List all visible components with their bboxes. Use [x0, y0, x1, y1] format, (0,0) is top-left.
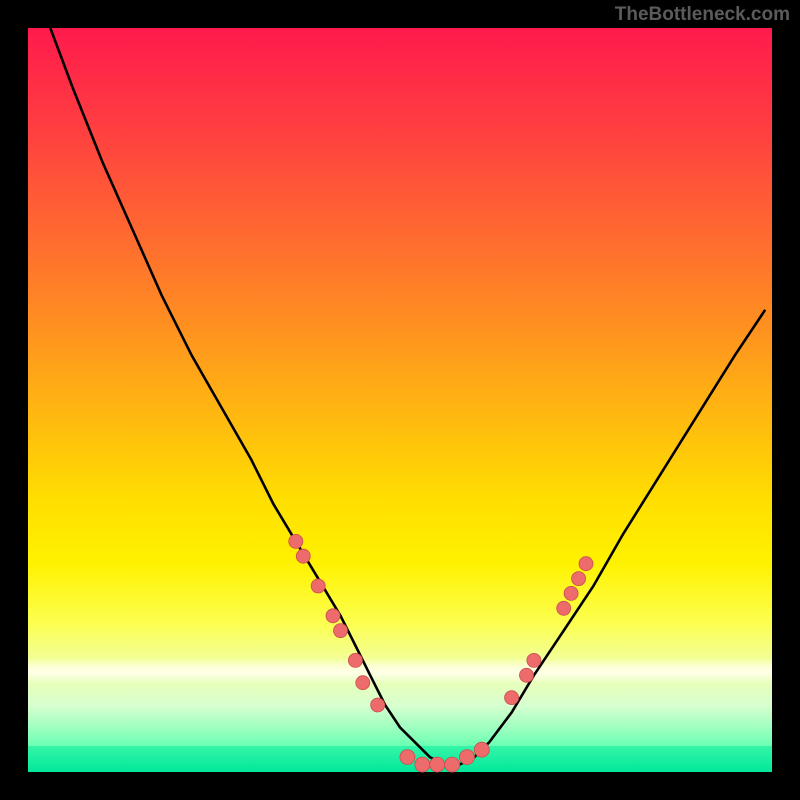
- attribution-text: TheBottleneck.com: [615, 4, 790, 26]
- curve-marker: [474, 742, 489, 757]
- curve-marker: [557, 601, 571, 615]
- curve-marker: [311, 579, 325, 593]
- curve-marker: [326, 609, 340, 623]
- curve-marker: [572, 572, 586, 586]
- curve-marker: [564, 586, 578, 600]
- curve-marker: [296, 549, 310, 563]
- bottleneck-curve: [50, 28, 764, 765]
- curve-marker: [460, 750, 475, 765]
- curve-marker: [400, 750, 415, 765]
- curve-marker: [579, 557, 593, 571]
- curve-marker: [356, 676, 370, 690]
- chart-frame: TheBottleneck.com: [0, 0, 800, 800]
- curve-marker: [348, 653, 362, 667]
- plot-area: [28, 28, 772, 772]
- curve-marker: [415, 757, 430, 772]
- curve-marker: [445, 757, 460, 772]
- curve-marker: [505, 691, 519, 705]
- curve-marker: [527, 653, 541, 667]
- curve-marker: [520, 668, 534, 682]
- curve-marker: [289, 534, 303, 548]
- curve-marker: [430, 757, 445, 772]
- curve-marker: [371, 698, 385, 712]
- bottleneck-curve-svg: [28, 28, 772, 772]
- curve-marker: [334, 624, 348, 638]
